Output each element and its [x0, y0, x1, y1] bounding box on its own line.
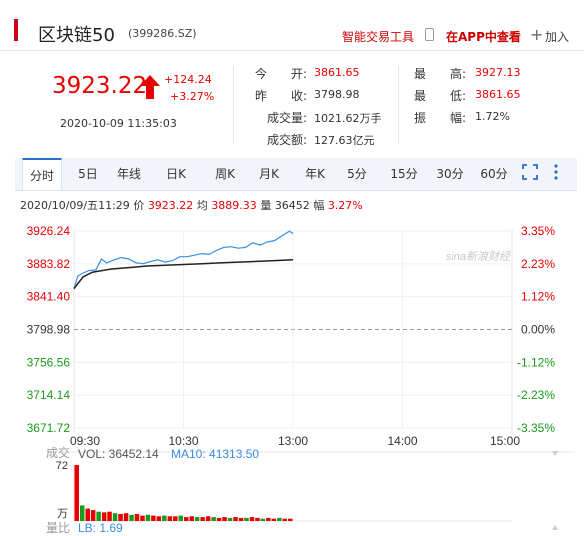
y-tick-left: 3671.72 — [27, 421, 71, 435]
volume-bar — [123, 513, 129, 521]
y-tick-right: -1.12% — [517, 355, 555, 369]
volume-bar — [134, 514, 140, 521]
volume-bar — [244, 517, 249, 521]
volume-bar — [184, 517, 189, 521]
volume-bar — [167, 516, 173, 521]
volume-bar — [112, 513, 118, 521]
volume-ma-label: MA10: 41313.50 — [171, 447, 259, 461]
volume-bar — [271, 518, 277, 521]
volume-bar — [118, 514, 123, 521]
volume-bar — [173, 516, 178, 521]
y-tick-left: 3883.82 — [27, 257, 71, 271]
volume-vol-label: VOL: 36452.14 — [78, 447, 159, 461]
volume-top-tick: 72 — [56, 460, 68, 472]
volume-bar — [140, 515, 145, 521]
volume-bar — [260, 518, 266, 521]
volume-bar — [85, 508, 90, 521]
volume-bar — [216, 517, 222, 521]
volume-bar — [74, 465, 79, 521]
volume-bar — [227, 517, 233, 521]
volume-bar — [96, 511, 101, 521]
volume-bar — [90, 510, 96, 521]
volume-bar — [194, 517, 200, 521]
volume-title: 成交 — [46, 445, 70, 460]
x-tick: 13:00 — [278, 434, 308, 448]
y-tick-left: 3798.98 — [27, 323, 71, 337]
y-tick-right: 1.12% — [521, 290, 555, 304]
volume-bar — [255, 517, 260, 521]
volume-bar — [101, 512, 107, 521]
y-tick-right: -3.35% — [517, 421, 555, 435]
x-tick: 14:00 — [387, 434, 417, 448]
volume-bar — [211, 517, 216, 521]
volume-bar — [145, 514, 151, 521]
volume-bar — [222, 517, 227, 521]
volume-bar — [205, 516, 211, 521]
volume-bar — [238, 517, 244, 521]
volume-unit-tick: 万 — [57, 508, 68, 520]
intraday-chart[interactable]: 3926.24 3.35% 3883.82 2.23% 3841.40 1.12% 3798… — [0, 0, 584, 536]
y-tick-right: -2.23% — [517, 388, 555, 402]
x-tick: 15:00 — [490, 434, 520, 448]
y-tick-left: 3714.14 — [27, 388, 71, 402]
ratio-expand-icon — [552, 525, 558, 530]
y-tick-left: 3841.40 — [27, 290, 71, 304]
volume-bar — [249, 517, 255, 521]
watermark: sina新浪财经 — [446, 250, 511, 263]
volume-bar — [200, 517, 205, 521]
y-tick-right: 2.23% — [521, 257, 555, 271]
volume-bar — [189, 516, 194, 521]
volume-bar — [162, 515, 167, 521]
volume-bar — [151, 515, 156, 521]
y-tick-left: 3926.24 — [27, 224, 71, 238]
volume-bar — [277, 517, 282, 521]
x-tick: 09:30 — [70, 434, 100, 448]
y-tick-right: 0.00% — [521, 323, 555, 337]
ratio-title: 量比 — [46, 521, 70, 535]
volume-bar — [233, 517, 238, 521]
y-tick-left: 3756.56 — [27, 355, 71, 369]
volume-expand-icon — [552, 451, 558, 456]
volume-bar — [107, 511, 112, 521]
volume-bar — [178, 515, 183, 521]
volume-bar — [266, 517, 271, 521]
volume-bar — [282, 518, 287, 521]
volume-bar — [129, 514, 134, 521]
x-tick: 10:30 — [168, 434, 198, 448]
volume-bar — [80, 505, 85, 521]
volume-bar — [156, 516, 162, 521]
y-tick-right: 3.35% — [521, 224, 555, 238]
volume-bar — [288, 518, 293, 521]
ratio-lb-label: LB: 1.69 — [78, 521, 123, 535]
